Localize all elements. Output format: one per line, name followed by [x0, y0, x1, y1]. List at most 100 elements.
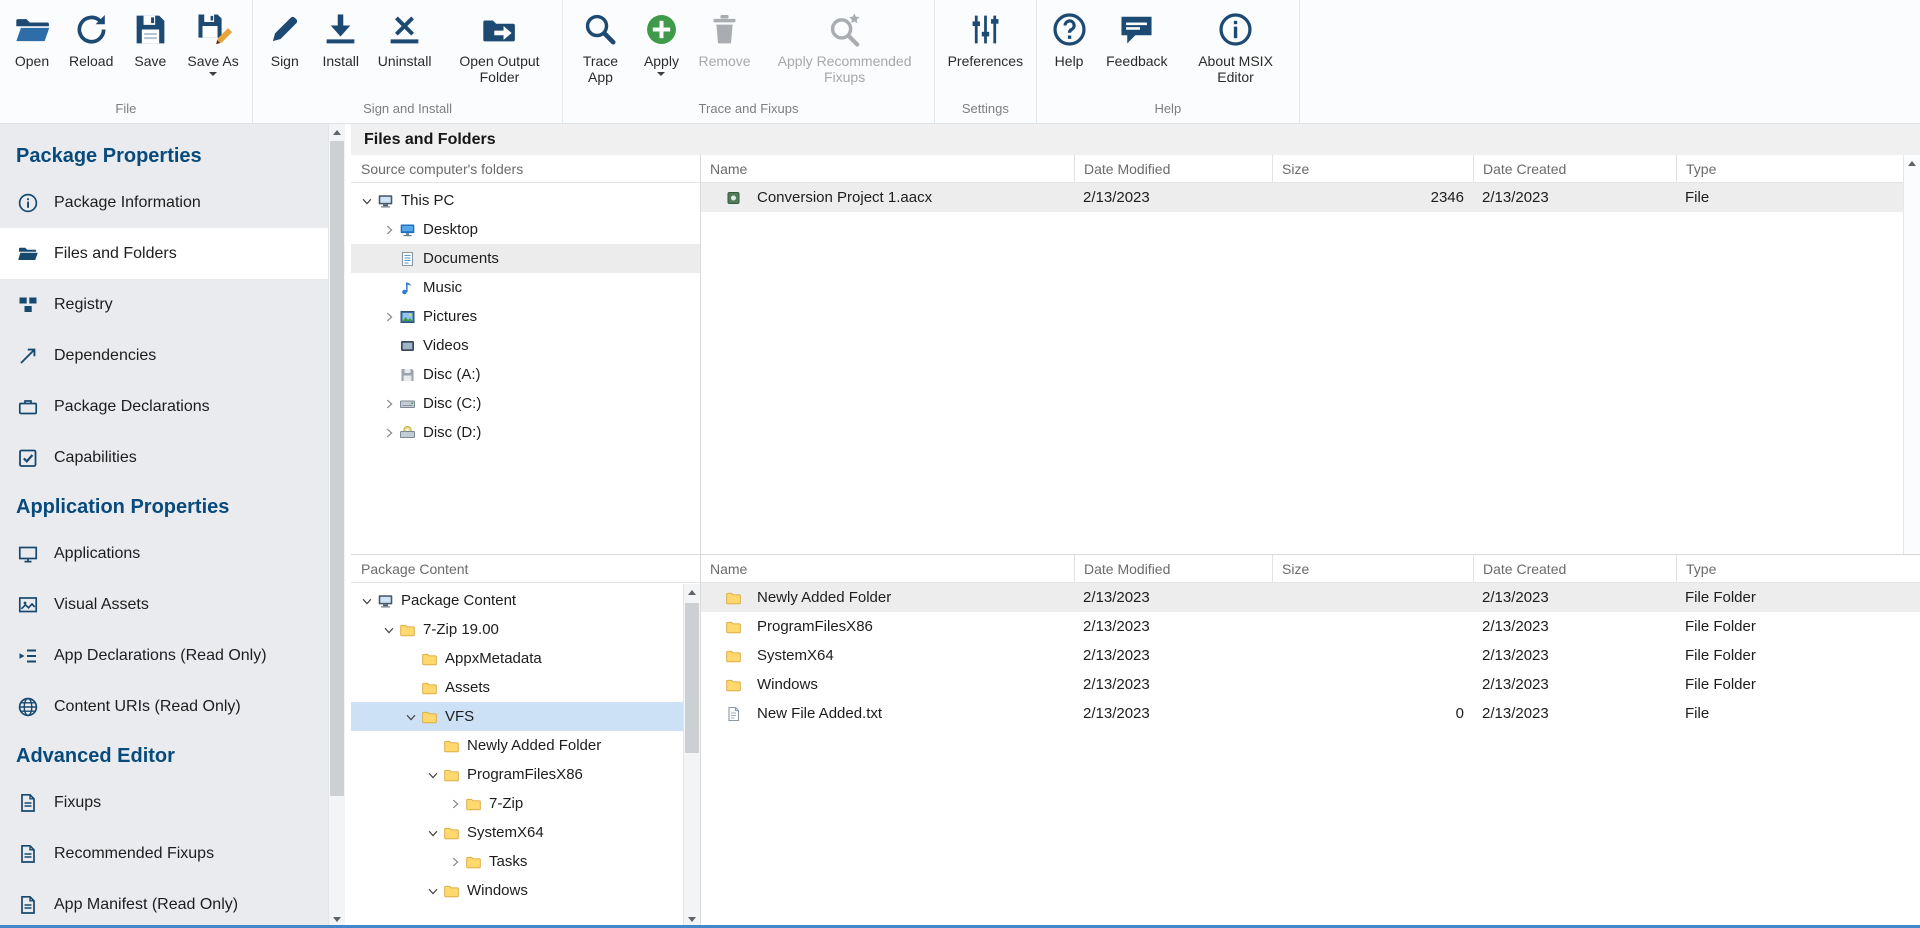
sidebar-item-capabilities[interactable]: Capabilities — [0, 432, 328, 483]
tree-node-newly-added-folder[interactable]: Newly Added Folder — [351, 731, 683, 760]
trace-app-button[interactable]: Trace App — [567, 9, 633, 87]
ribbon-group-label-help: Help — [1041, 99, 1294, 123]
file-row-new-file-added[interactable]: New File Added.txt 2/13/2023 0 2/13/2023… — [701, 699, 1920, 728]
tree-node-music[interactable]: Music — [351, 273, 700, 302]
chevron-down-icon[interactable] — [357, 193, 376, 209]
uninstall-button[interactable]: Uninstall — [369, 9, 441, 71]
apply-recommended-fixups-button[interactable]: Apply Recommended Fixups — [760, 9, 930, 87]
package-tree-scrollbar[interactable] — [683, 584, 700, 928]
folder-row-newly-added-folder[interactable]: Newly Added Folder 2/13/2023 2/13/2023 F… — [701, 583, 1920, 612]
chevron-down-icon[interactable] — [423, 825, 442, 841]
sidebar-item-content-uris[interactable]: Content URIs (Read Only) — [0, 681, 328, 732]
tree-node-desktop[interactable]: Desktop — [351, 215, 700, 244]
sidebar-scrollbar[interactable] — [328, 124, 345, 928]
sidebar-item-fixups[interactable]: Fixups — [0, 777, 328, 828]
file-size: 2346 — [1272, 189, 1473, 206]
column-header-date-modified[interactable]: Date Modified — [1074, 155, 1272, 182]
tree-node-label: VFS — [445, 708, 474, 725]
tree-node-this-pc[interactable]: This PC — [351, 186, 700, 215]
chevron-down-icon[interactable] — [423, 883, 442, 899]
chevron-spacer — [423, 738, 442, 754]
sidebar-item-recommended-fixups[interactable]: Recommended Fixups — [0, 828, 328, 879]
floppy-drive-icon — [399, 367, 416, 383]
tree-node-appxmetadata[interactable]: AppxMetadata — [351, 644, 683, 673]
reload-button[interactable]: Reload — [60, 9, 122, 71]
file-row-conversion-project[interactable]: Conversion Project 1.aacx 2/13/2023 2346… — [701, 183, 1903, 212]
open-output-folder-button[interactable]: Open Output Folder — [440, 9, 558, 87]
sidebar-item-visual-assets[interactable]: Visual Assets — [0, 579, 328, 630]
tree-node-disc-a[interactable]: Disc (A:) — [351, 360, 700, 389]
sidebar-item-package-declarations[interactable]: Package Declarations — [0, 381, 328, 432]
column-header-size[interactable]: Size — [1272, 155, 1473, 182]
column-header-type[interactable]: Type — [1676, 555, 1920, 582]
chevron-right-icon[interactable] — [445, 854, 464, 870]
save-button[interactable]: Save — [122, 9, 178, 71]
tree-node-tasks[interactable]: Tasks — [351, 847, 683, 876]
file-date-modified: 2/13/2023 — [1074, 189, 1272, 206]
sidebar-item-applications[interactable]: Applications — [0, 528, 328, 579]
column-header-date-created[interactable]: Date Created — [1473, 555, 1676, 582]
scroll-up-button[interactable] — [684, 584, 700, 601]
scrollbar-thumb[interactable] — [330, 141, 344, 796]
apply-button[interactable]: Apply — [633, 9, 689, 78]
column-header-date-modified[interactable]: Date Modified — [1074, 555, 1272, 582]
tree-node-label: Disc (A:) — [423, 366, 481, 383]
about-msix-editor-button[interactable]: About MSIX Editor — [1177, 9, 1295, 87]
chevron-right-icon[interactable] — [379, 309, 398, 325]
tree-node-disc-d[interactable]: Disc (D:) — [351, 418, 700, 447]
column-header-name[interactable]: Name — [701, 555, 1074, 582]
chevron-right-icon[interactable] — [379, 396, 398, 412]
column-header-type[interactable]: Type — [1676, 155, 1903, 182]
tree-node-programfilesx86[interactable]: ProgramFilesX86 — [351, 760, 683, 789]
scroll-up-button[interactable] — [329, 124, 345, 141]
sidebar-item-registry[interactable]: Registry — [0, 279, 328, 330]
install-button[interactable]: Install — [313, 9, 369, 71]
sidebar-item-files-and-folders[interactable]: Files and Folders — [0, 228, 328, 279]
tree-node-disc-c[interactable]: Disc (C:) — [351, 389, 700, 418]
save-as-button[interactable]: Save As — [178, 9, 247, 78]
chevron-down-icon[interactable] — [379, 622, 398, 638]
file-date-modified: 2/13/2023 — [1074, 647, 1272, 664]
open-button[interactable]: Open — [4, 9, 60, 71]
chevron-spacer — [401, 680, 420, 696]
scrollbar-thumb[interactable] — [685, 603, 699, 753]
column-header-date-created[interactable]: Date Created — [1473, 155, 1676, 182]
sidebar-item-app-manifest[interactable]: App Manifest (Read Only) — [0, 879, 328, 928]
chevron-right-icon[interactable] — [445, 796, 464, 812]
sign-button[interactable]: Sign — [257, 9, 313, 71]
tree-node-label: ProgramFilesX86 — [467, 766, 583, 783]
column-header-size[interactable]: Size — [1272, 555, 1473, 582]
tree-node-documents[interactable]: Documents — [351, 244, 700, 273]
remove-button[interactable]: Remove — [689, 9, 759, 71]
chevron-right-icon[interactable] — [379, 425, 398, 441]
file-date-created: 2/13/2023 — [1473, 589, 1676, 606]
tree-node-windows[interactable]: Windows — [351, 876, 683, 905]
tree-node-videos[interactable]: Videos — [351, 331, 700, 360]
tree-node-vfs[interactable]: VFS — [351, 702, 683, 731]
tree-node-7zip[interactable]: 7-Zip — [351, 789, 683, 818]
preferences-button[interactable]: Preferences — [939, 9, 1032, 71]
file-name: Newly Added Folder — [757, 589, 891, 606]
feedback-button[interactable]: Feedback — [1097, 9, 1176, 71]
tree-node-assets[interactable]: Assets — [351, 673, 683, 702]
chevron-right-icon[interactable] — [379, 222, 398, 238]
column-header-name[interactable]: Name — [701, 155, 1074, 182]
tree-node-pictures[interactable]: Pictures — [351, 302, 700, 331]
chevron-down-icon[interactable] — [423, 767, 442, 783]
folder-row-systemx64[interactable]: SystemX64 2/13/2023 2/13/2023 File Folde… — [701, 641, 1920, 670]
help-button[interactable]: Help — [1041, 9, 1097, 71]
sidebar-item-app-declarations[interactable]: App Declarations (Read Only) — [0, 630, 328, 681]
folder-row-windows[interactable]: Windows 2/13/2023 2/13/2023 File Folder — [701, 670, 1920, 699]
source-table-scrollbar[interactable] — [1903, 155, 1920, 554]
file-type: File Folder — [1676, 676, 1920, 693]
documents-icon — [399, 251, 416, 267]
tree-node-7zip-1900[interactable]: 7-Zip 19.00 — [351, 615, 683, 644]
tree-node-systemx64[interactable]: SystemX64 — [351, 818, 683, 847]
scroll-up-button[interactable] — [1904, 155, 1920, 172]
sidebar-item-dependencies[interactable]: Dependencies — [0, 330, 328, 381]
tree-node-package-content[interactable]: Package Content — [351, 586, 683, 615]
chevron-down-icon[interactable] — [401, 709, 420, 725]
sidebar-item-package-information[interactable]: Package Information — [0, 177, 328, 228]
folder-row-programfilesx86[interactable]: ProgramFilesX86 2/13/2023 2/13/2023 File… — [701, 612, 1920, 641]
chevron-down-icon[interactable] — [357, 593, 376, 609]
